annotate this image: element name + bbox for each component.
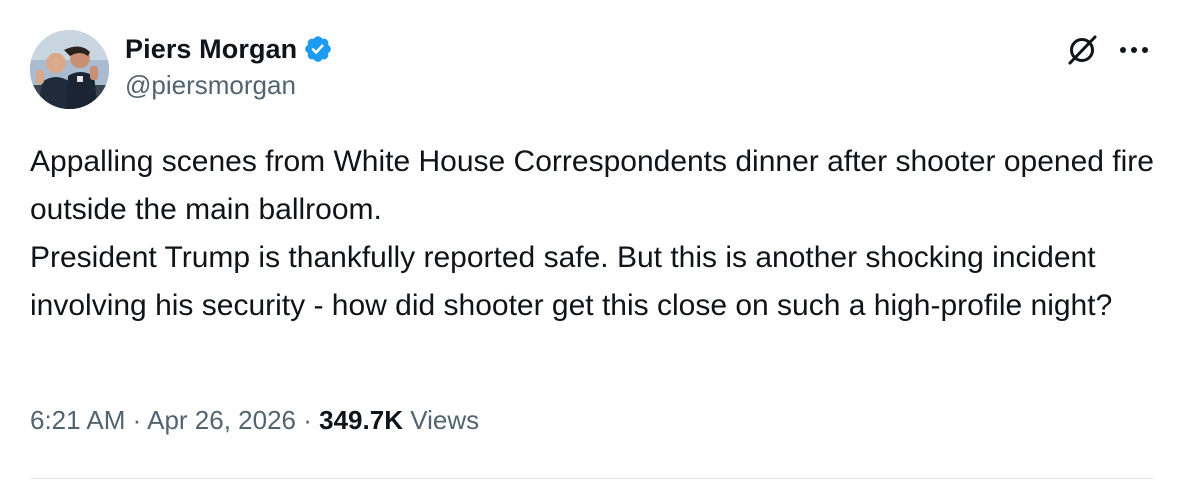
tweet-time[interactable]: 6:21 AM (30, 405, 125, 435)
tweet-meta: 6:21 AM · Apr 26, 2026 · 349.7K Views (30, 405, 479, 436)
tweet-date[interactable]: Apr 26, 2026 (147, 405, 296, 435)
grok-icon (1068, 35, 1097, 65)
author-name-row: Piers Morgan (125, 32, 333, 66)
author-display-name[interactable]: Piers Morgan (125, 34, 297, 65)
tweet-text: Appalling scenes from White House Corres… (30, 138, 1170, 330)
author-info: Piers Morgan @piersmorgan (125, 32, 333, 101)
tweet-card: Piers Morgan @piersmorgan Appalling scen… (0, 0, 1200, 487)
avatar-photo (30, 30, 109, 109)
verified-badge-icon[interactable] (303, 34, 333, 64)
avatar[interactable] (30, 30, 109, 109)
more-options-button[interactable] (1114, 30, 1154, 70)
more-icon (1120, 47, 1148, 53)
grok-button[interactable] (1062, 30, 1102, 70)
tweet-text-line: President Trump is thankfully reported s… (30, 241, 1113, 322)
meta-separator: · (303, 405, 312, 435)
author-handle[interactable]: @piersmorgan (125, 70, 333, 101)
divider (30, 478, 1154, 479)
meta-separator: · (132, 405, 142, 435)
views-count: 349.7K (319, 405, 403, 435)
tweet-text-line: Appalling scenes from White House Corres… (30, 145, 1154, 226)
views-label: Views (410, 405, 480, 435)
